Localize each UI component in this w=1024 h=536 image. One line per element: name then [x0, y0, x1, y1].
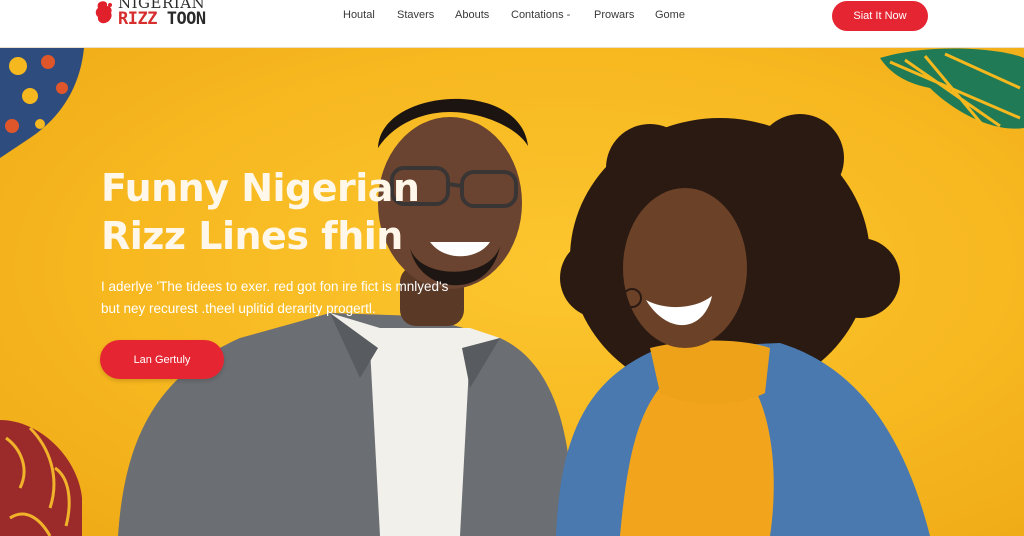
logo-text-toon: TOON [166, 9, 206, 29]
logo-text-rizz: RIZZ [118, 9, 157, 29]
hero-subtitle-line-1: I aderlye 'The tidees to exer. red got f… [101, 279, 449, 294]
hero-subtitle-line-2: but ney recurest .theel uplitid derarity… [101, 301, 376, 316]
hero-cta-button[interactable]: Lan Gertuly [100, 340, 224, 379]
nav-item-gome[interactable]: Gome [655, 9, 685, 21]
start-now-button[interactable]: Siat It Now [832, 1, 928, 31]
hero-title-line-2: Rizz Lines fhin [101, 214, 403, 258]
nav-item-prowars[interactable]: Prowars [594, 9, 634, 21]
hero-section: Funny Nigerian Rizz Lines fhin I aderlye… [0, 48, 1024, 536]
nav-item-abouts[interactable]: Abouts [455, 9, 489, 21]
hero-title-line-1: Funny Nigerian [101, 166, 420, 210]
leaf-top-right-decoration [880, 48, 1024, 129]
hero-title: Funny Nigerian Rizz Lines fhin [101, 164, 461, 260]
site-header: NIGERIAN RIZZ TOON Houtal Stavers Abouts… [0, 0, 1024, 48]
logo-text-bottom: RIZZ TOON [118, 9, 206, 29]
logo[interactable]: NIGERIAN RIZZ TOON [94, 0, 214, 38]
hero-subtitle: I aderlye 'The tidees to exer. red got f… [101, 276, 521, 320]
nav-item-stavers[interactable]: Stavers [397, 9, 434, 21]
pattern-bottom-left-decoration [0, 420, 82, 536]
pattern-top-left-decoration [0, 48, 84, 158]
nav-item-contations-dropdown[interactable]: Contations - [511, 9, 570, 21]
woman-figure [556, 114, 930, 536]
logo-mark-icon [95, 1, 112, 24]
nav-item-houtal[interactable]: Houtal [343, 9, 375, 21]
